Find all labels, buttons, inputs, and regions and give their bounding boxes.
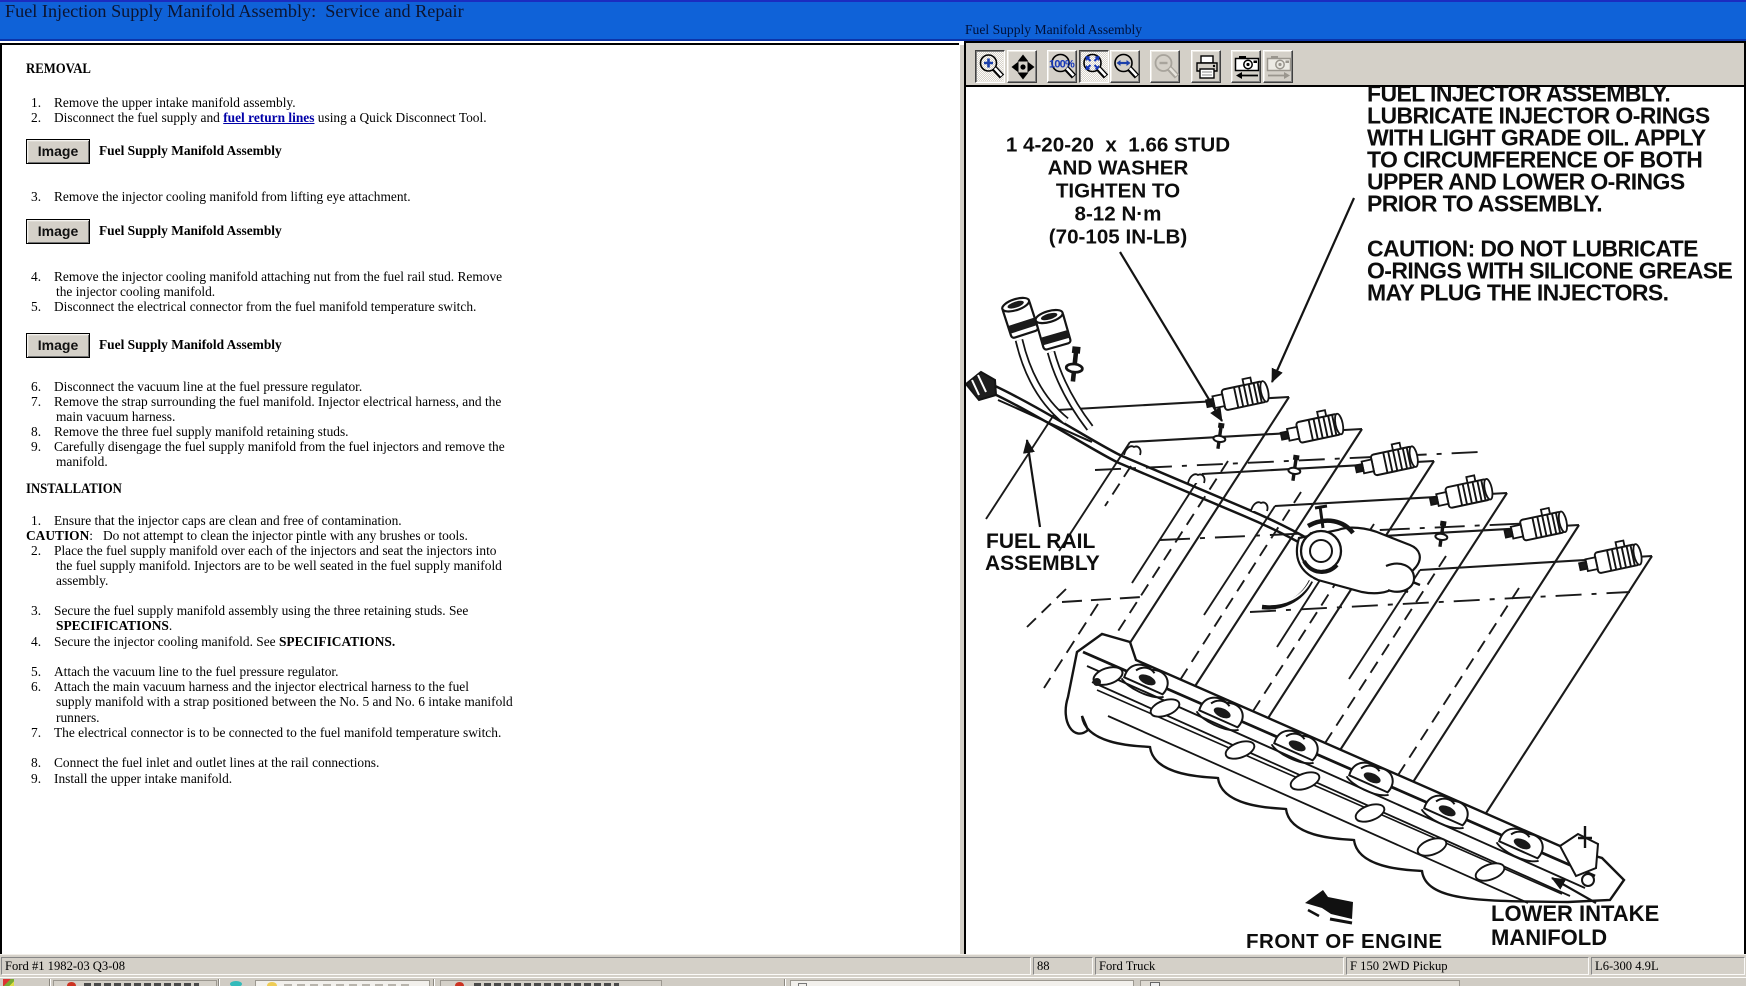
svg-text:LOWER INTAKE: LOWER INTAKE [1491,901,1659,926]
svg-text:AND WASHER: AND WASHER [1048,157,1189,180]
svg-text:1 4-20-20 x 1.66 STUD: 1 4-20-20 x 1.66 STUD [1006,134,1230,157]
svg-text:PRIOR TO ASSEMBLY.: PRIOR TO ASSEMBLY. [1367,191,1602,217]
svg-text:FRONT OF ENGINE: FRONT OF ENGINE [1246,930,1443,953]
svg-text:(70-105 IN-LB): (70-105 IN-LB) [1049,226,1187,249]
svg-text:ASSEMBLY: ASSEMBLY [985,552,1100,575]
svg-text:FUEL RAIL: FUEL RAIL [986,530,1095,553]
svg-text:MAY PLUG THE INJECTORS.: MAY PLUG THE INJECTORS. [1367,280,1668,306]
svg-text:TIGHTEN TO: TIGHTEN TO [1056,180,1180,203]
svg-text:MANIFOLD: MANIFOLD [1491,925,1607,950]
svg-text:8-12 N·m: 8-12 N·m [1075,203,1162,226]
svg-text:100%: 100% [1049,59,1075,71]
